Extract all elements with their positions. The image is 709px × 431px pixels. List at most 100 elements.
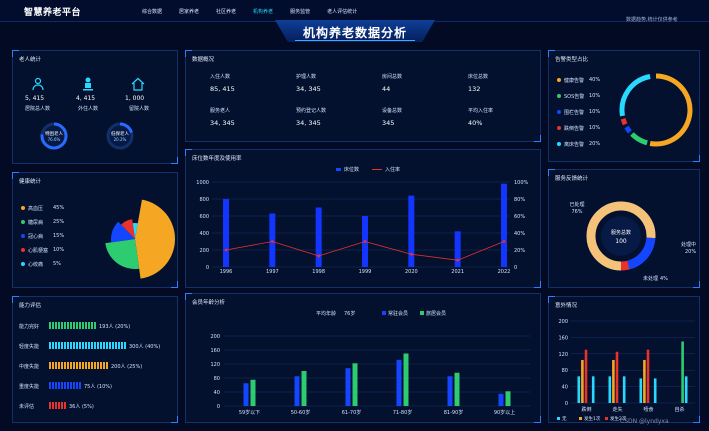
overview-label: 服务老人: [210, 108, 231, 114]
ability-value: 200人 (25%): [111, 364, 143, 370]
overview-value: 85, 415: [210, 85, 235, 93]
ability-bar-segment: [82, 362, 84, 369]
x-tick-label: 61-70岁: [342, 409, 362, 416]
overview-value: 34, 345: [210, 119, 235, 127]
line-point: [409, 252, 413, 256]
panel-title: 老人统计: [19, 57, 42, 63]
line-point: [270, 240, 274, 243]
ability-bar-segment: [118, 342, 120, 349]
ability-bar-segment: [73, 362, 75, 369]
legend-dot: [21, 234, 25, 238]
ability-bar-segment: [67, 322, 69, 329]
ring-gauge: 特困老人 76.6%: [40, 122, 68, 150]
ability-bar-segment: [79, 362, 81, 369]
ability-label: 重度失能: [19, 384, 40, 390]
y-tick-label: 40: [562, 385, 568, 391]
y-tick-label: 0: [565, 401, 568, 407]
legend-value: 10%: [589, 125, 601, 131]
y-tick-label: 160: [558, 335, 568, 341]
overview-label: 护理人数: [296, 74, 317, 80]
ability-bar-segment: [76, 362, 78, 369]
y-tick-label: 120: [558, 352, 568, 358]
nav-item-5[interactable]: 老人评估统计: [327, 8, 357, 15]
ability-bar-segment: [100, 362, 102, 369]
ability-bar-segment: [70, 342, 72, 349]
ability-bar-segment: [58, 402, 60, 409]
center-label: 服务总数: [611, 229, 631, 236]
pie-slice: [105, 239, 140, 269]
donut-center: [601, 216, 641, 256]
donut-label-value: 4%: [660, 276, 668, 282]
ability-bar-segment: [106, 342, 108, 349]
health-panel: 健康统计 高血压 45% 糖尿病 25% 冠心病 15% 心肌梗塞 10% 心绞痛 5%: [12, 172, 178, 288]
ability-bar-segment: [85, 342, 87, 349]
ability-bar-segment: [85, 362, 87, 369]
incident-panel: 意外情况 0 40 80 120 160 200 跌倒 走失 噎食 自杀无发生1次 发生2次: [548, 296, 700, 423]
legend-swatch: [420, 311, 424, 315]
center-value: 100: [615, 238, 627, 245]
y-tick-label: 600: [199, 214, 209, 220]
y2-tick-label: 80%: [514, 197, 525, 203]
ability-value: 193人 (20%): [99, 324, 131, 330]
donut-label: 未处理: [643, 275, 658, 282]
ring-segment: [624, 125, 632, 134]
x-tick-label: 走失: [612, 406, 622, 413]
ability-label: 中度失能: [19, 364, 40, 370]
panel-title: 能力评估: [19, 303, 42, 309]
y-tick-label: 40: [214, 390, 220, 396]
legend-label: 冠心病: [28, 234, 44, 240]
pie-slice: [135, 199, 176, 279]
person-icon: [83, 77, 93, 91]
nav-item-0[interactable]: 综合数据: [142, 8, 162, 15]
nav-item-4[interactable]: 服务监管: [290, 8, 310, 15]
bed-chart: 床位数 入住率 0 0 200 20% 400 40% 600 60% 800 80% 1000 100%…: [196, 166, 529, 275]
ability-bar-segment: [94, 342, 96, 349]
bar: [498, 393, 504, 406]
nav-item-3[interactable]: 机构养老: [253, 8, 273, 15]
legend-dot: [557, 142, 561, 146]
nav-item-1[interactable]: 居家养老: [179, 8, 199, 15]
ability-panel: 能力评估 能力完好 193人 (20%) 轻度失能 300人 (40%) 中度失能 200…: [12, 296, 178, 423]
ring-label: 特困老人: [45, 130, 63, 137]
bar: [608, 376, 612, 403]
y2-tick-label: 100%: [514, 180, 529, 186]
x-tick-label: 1997: [266, 269, 279, 275]
ability-bar-segment: [58, 362, 60, 369]
line-point: [502, 240, 506, 243]
legend-dot: [21, 262, 25, 266]
nav-item-2[interactable]: 社区养老: [216, 8, 236, 15]
ability-bar-segment: [91, 342, 93, 349]
ability-bar-segment: [61, 362, 63, 369]
legend-value: 10%: [589, 93, 601, 99]
bar: [454, 372, 460, 406]
age-chart: 平均年龄 76岁 常驻会员 旅居会员 0 40 80 120 160 200 59岁以下 50-60岁…: [210, 310, 530, 416]
ability-bar-segment: [64, 382, 66, 389]
ability-bar-segment: [52, 362, 54, 369]
legend-label: SOS告警: [564, 94, 585, 100]
ability-bar-segment: [58, 342, 60, 349]
bed-chart-panel: 床位数年度及使用率 床位数 入住率 0 0 200 20% 400 40% 600 60% 800 8…: [185, 149, 541, 288]
x-tick-label: 1998: [312, 269, 325, 275]
ability-bar-segment: [67, 362, 69, 369]
ability-bar-segment: [106, 362, 108, 369]
bar: [345, 368, 351, 406]
ring-gauge: 低保老人 20.2%: [106, 122, 134, 150]
bar: [396, 359, 402, 406]
health-pie-chart: [105, 199, 176, 279]
y-tick-label: 200: [199, 248, 209, 254]
ability-bar-segment: [79, 342, 81, 349]
ring-segment: [620, 118, 628, 126]
legend-label: 心肌梗塞: [28, 248, 49, 254]
stat-value: 1, 000: [125, 95, 145, 102]
bar: [501, 183, 507, 267]
overview-label: 入住人数: [210, 74, 231, 80]
ability-bar-segment: [79, 322, 81, 329]
legend-value: 5%: [53, 261, 61, 267]
ability-bar-segment: [79, 382, 81, 389]
line-point: [363, 240, 367, 243]
overview-label: 设备总数: [382, 108, 403, 114]
bar: [403, 353, 409, 406]
panel-title: 数据概况: [192, 57, 215, 63]
ring-label: 低保老人: [111, 130, 129, 137]
ability-value: 36人 (5%): [69, 404, 94, 410]
